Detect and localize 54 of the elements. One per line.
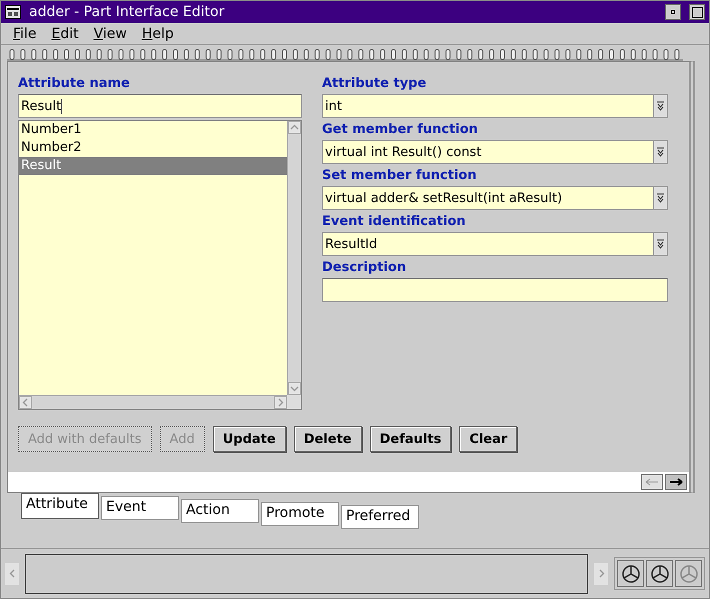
action-button[interactable]: Update [212,426,286,452]
scroll-right-button[interactable] [594,562,608,584]
system-menu-icon[interactable] [5,5,21,19]
dropdown-arrow-icon [657,193,664,203]
action-button[interactable]: Defaults [370,426,452,452]
dropdown-arrow-icon [657,239,664,249]
dropdown-arrow-icon [657,147,664,157]
vertical-scrollbar[interactable] [287,121,301,395]
menu-item[interactable]: Help [136,26,183,42]
window-title: adder - Part Interface Editor [29,4,226,20]
left-arrow-icon [645,478,659,486]
notebook-tab[interactable]: Preferred [341,505,419,529]
tool-button[interactable] [646,560,673,587]
dropdown-field[interactable]: virtual int Result() const [322,140,668,164]
field-label: Set member function [322,167,478,185]
menu-item[interactable]: Edit [45,26,88,42]
menu-item[interactable]: File [7,26,46,42]
dropdown-field[interactable]: virtual adder& setResult(int aResult) [322,186,668,210]
pie-icon [678,564,698,584]
field-label: Get member function [322,121,479,139]
action-button[interactable]: Clear [459,426,518,452]
field-label: Description [322,259,408,277]
input-field[interactable]: Result [18,94,302,118]
right-arrow-icon [669,478,683,486]
up-icon [290,123,299,132]
input-field[interactable] [322,278,668,302]
horizontal-scrollbar[interactable] [19,395,287,409]
menu-item[interactable]: View [88,26,136,42]
down-icon [290,384,299,393]
dropdown-field[interactable]: int [322,94,668,118]
action-button[interactable]: Delete [294,426,362,452]
left-icon [21,398,30,407]
right-icon [596,569,606,578]
pie-icon [620,564,640,584]
field-label: Attribute type [322,75,428,93]
scroll-left-button[interactable] [5,562,19,584]
notebook-tab[interactable]: Action [181,499,259,523]
list-item[interactable]: Result [19,157,287,175]
next-page-button[interactable] [665,474,687,490]
notebook-tab[interactable]: Attribute [21,493,99,519]
dropdown-field[interactable]: ResultId [322,232,668,256]
maximize-button[interactable] [689,4,705,20]
field-label: Attribute name [18,75,131,93]
left-icon [8,569,16,578]
field-label: Event identification [322,213,467,231]
dropdown-arrow-icon [657,101,664,111]
pie-icon [650,564,670,584]
notebook-tab[interactable]: Promote [261,502,339,526]
right-icon [276,398,285,407]
notebook-tab[interactable]: Event [101,496,179,520]
list-item[interactable]: Number1 [19,121,287,139]
minimize-button[interactable] [665,4,681,20]
list-item[interactable]: Number2 [19,139,287,157]
tool-button[interactable] [617,560,644,587]
